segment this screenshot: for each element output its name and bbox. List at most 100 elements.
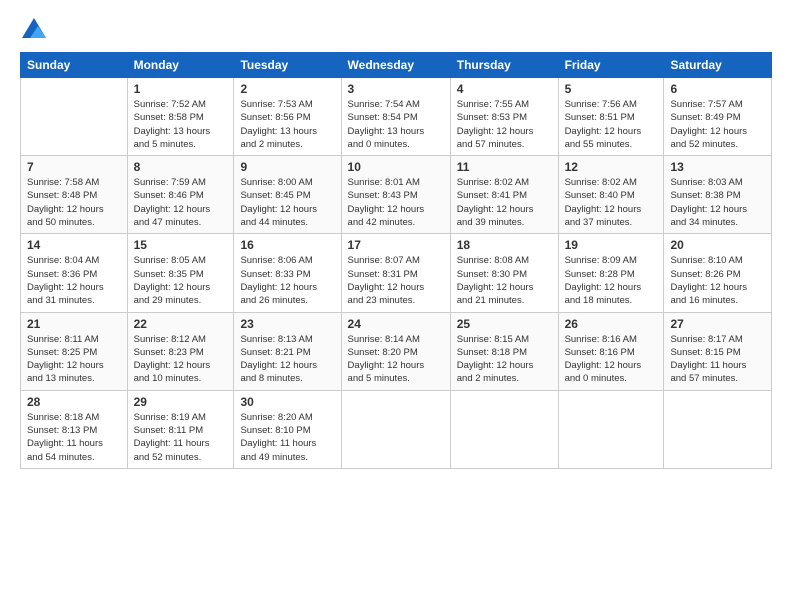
- day-number: 6: [670, 82, 765, 96]
- day-info: Sunrise: 7:54 AM Sunset: 8:54 PM Dayligh…: [348, 98, 444, 151]
- day-number: 25: [457, 317, 552, 331]
- day-info: Sunrise: 7:55 AM Sunset: 8:53 PM Dayligh…: [457, 98, 552, 151]
- day-number: 4: [457, 82, 552, 96]
- day-info: Sunrise: 8:18 AM Sunset: 8:13 PM Dayligh…: [27, 411, 121, 464]
- day-cell: 27 Sunrise: 8:17 AM Sunset: 8:15 PM Dayli…: [664, 312, 772, 390]
- weekday-monday: Monday: [127, 53, 234, 78]
- day-number: 2: [240, 82, 334, 96]
- day-number: 18: [457, 238, 552, 252]
- day-number: 21: [27, 317, 121, 331]
- day-cell: 20Sunrise: 8:10 AM Sunset: 8:26 PM Dayli…: [664, 234, 772, 312]
- day-cell: 8 Sunrise: 7:59 AM Sunset: 8:46 PM Daylig…: [127, 156, 234, 234]
- day-cell: 17 Sunrise: 8:07 AM Sunset: 8:31 PM Dayli…: [341, 234, 450, 312]
- day-info: Sunrise: 7:52 AM Sunset: 8:58 PM Dayligh…: [134, 98, 228, 151]
- day-cell: [558, 390, 664, 468]
- day-info: Sunrise: 8:00 AM Sunset: 8:45 PM Dayligh…: [240, 176, 334, 229]
- day-info: Sunrise: 8:13 AM Sunset: 8:21 PM Dayligh…: [240, 333, 334, 386]
- day-cell: 26 Sunrise: 8:16 AM Sunset: 8:16 PM Dayli…: [558, 312, 664, 390]
- day-cell: 16Sunrise: 8:06 AM Sunset: 8:33 PM Dayli…: [234, 234, 341, 312]
- week-row-3: 14Sunrise: 8:04 AM Sunset: 8:36 PM Dayli…: [21, 234, 772, 312]
- day-cell: 19 Sunrise: 8:09 AM Sunset: 8:28 PM Dayli…: [558, 234, 664, 312]
- day-number: 19: [565, 238, 658, 252]
- day-info: Sunrise: 7:57 AM Sunset: 8:49 PM Dayligh…: [670, 98, 765, 151]
- day-info: Sunrise: 8:16 AM Sunset: 8:16 PM Dayligh…: [565, 333, 658, 386]
- day-cell: 2 Sunrise: 7:53 AM Sunset: 8:56 PM Daylig…: [234, 78, 341, 156]
- day-cell: 21 Sunrise: 8:11 AM Sunset: 8:25 PM Dayli…: [21, 312, 128, 390]
- day-cell: 3Sunrise: 7:54 AM Sunset: 8:54 PM Daylig…: [341, 78, 450, 156]
- day-cell: 4 Sunrise: 7:55 AM Sunset: 8:53 PM Daylig…: [450, 78, 558, 156]
- day-info: Sunrise: 8:20 AM Sunset: 8:10 PM Dayligh…: [240, 411, 334, 464]
- weekday-wednesday: Wednesday: [341, 53, 450, 78]
- day-cell: 7Sunrise: 7:58 AM Sunset: 8:48 PM Daylig…: [21, 156, 128, 234]
- day-info: Sunrise: 8:19 AM Sunset: 8:11 PM Dayligh…: [134, 411, 228, 464]
- day-info: Sunrise: 8:15 AM Sunset: 8:18 PM Dayligh…: [457, 333, 552, 386]
- weekday-header-row: SundayMondayTuesdayWednesdayThursdayFrid…: [21, 53, 772, 78]
- day-info: Sunrise: 8:09 AM Sunset: 8:28 PM Dayligh…: [565, 254, 658, 307]
- day-number: 27: [670, 317, 765, 331]
- day-info: Sunrise: 8:08 AM Sunset: 8:30 PM Dayligh…: [457, 254, 552, 307]
- day-cell: 6 Sunrise: 7:57 AM Sunset: 8:49 PM Daylig…: [664, 78, 772, 156]
- day-info: Sunrise: 8:14 AM Sunset: 8:20 PM Dayligh…: [348, 333, 444, 386]
- day-cell: 11 Sunrise: 8:02 AM Sunset: 8:41 PM Dayli…: [450, 156, 558, 234]
- day-number: 5: [565, 82, 658, 96]
- day-cell: 18 Sunrise: 8:08 AM Sunset: 8:30 PM Dayli…: [450, 234, 558, 312]
- day-info: Sunrise: 8:17 AM Sunset: 8:15 PM Dayligh…: [670, 333, 765, 386]
- day-info: Sunrise: 8:01 AM Sunset: 8:43 PM Dayligh…: [348, 176, 444, 229]
- day-info: Sunrise: 8:02 AM Sunset: 8:40 PM Dayligh…: [565, 176, 658, 229]
- day-number: 15: [134, 238, 228, 252]
- day-number: 13: [670, 160, 765, 174]
- day-number: 12: [565, 160, 658, 174]
- day-info: Sunrise: 7:53 AM Sunset: 8:56 PM Dayligh…: [240, 98, 334, 151]
- day-number: 23: [240, 317, 334, 331]
- day-number: 1: [134, 82, 228, 96]
- day-cell: 23 Sunrise: 8:13 AM Sunset: 8:21 PM Dayli…: [234, 312, 341, 390]
- weekday-sunday: Sunday: [21, 53, 128, 78]
- calendar: SundayMondayTuesdayWednesdayThursdayFrid…: [20, 52, 772, 469]
- page: SundayMondayTuesdayWednesdayThursdayFrid…: [0, 0, 792, 612]
- day-info: Sunrise: 8:03 AM Sunset: 8:38 PM Dayligh…: [670, 176, 765, 229]
- day-number: 11: [457, 160, 552, 174]
- day-number: 16: [240, 238, 334, 252]
- day-number: 29: [134, 395, 228, 409]
- logo: [20, 16, 52, 44]
- day-number: 28: [27, 395, 121, 409]
- day-cell: 28 Sunrise: 8:18 AM Sunset: 8:13 PM Dayli…: [21, 390, 128, 468]
- weekday-friday: Friday: [558, 53, 664, 78]
- day-number: 7: [27, 160, 121, 174]
- week-row-1: 1 Sunrise: 7:52 AM Sunset: 8:58 PM Daylig…: [21, 78, 772, 156]
- day-number: 17: [348, 238, 444, 252]
- day-number: 22: [134, 317, 228, 331]
- day-cell: 15Sunrise: 8:05 AM Sunset: 8:35 PM Dayli…: [127, 234, 234, 312]
- day-cell: 29 Sunrise: 8:19 AM Sunset: 8:11 PM Dayli…: [127, 390, 234, 468]
- day-cell: 25 Sunrise: 8:15 AM Sunset: 8:18 PM Dayli…: [450, 312, 558, 390]
- weekday-tuesday: Tuesday: [234, 53, 341, 78]
- day-info: Sunrise: 8:11 AM Sunset: 8:25 PM Dayligh…: [27, 333, 121, 386]
- day-number: 8: [134, 160, 228, 174]
- day-cell: [450, 390, 558, 468]
- day-cell: 10 Sunrise: 8:01 AM Sunset: 8:43 PM Dayli…: [341, 156, 450, 234]
- day-info: Sunrise: 8:12 AM Sunset: 8:23 PM Dayligh…: [134, 333, 228, 386]
- week-row-4: 21 Sunrise: 8:11 AM Sunset: 8:25 PM Dayli…: [21, 312, 772, 390]
- day-cell: [664, 390, 772, 468]
- day-info: Sunrise: 8:04 AM Sunset: 8:36 PM Dayligh…: [27, 254, 121, 307]
- day-cell: 12 Sunrise: 8:02 AM Sunset: 8:40 PM Dayli…: [558, 156, 664, 234]
- weekday-thursday: Thursday: [450, 53, 558, 78]
- day-cell: [21, 78, 128, 156]
- day-number: 26: [565, 317, 658, 331]
- logo-icon: [20, 16, 48, 44]
- day-number: 10: [348, 160, 444, 174]
- day-number: 9: [240, 160, 334, 174]
- day-cell: 14Sunrise: 8:04 AM Sunset: 8:36 PM Dayli…: [21, 234, 128, 312]
- week-row-5: 28 Sunrise: 8:18 AM Sunset: 8:13 PM Dayli…: [21, 390, 772, 468]
- day-info: Sunrise: 8:07 AM Sunset: 8:31 PM Dayligh…: [348, 254, 444, 307]
- day-cell: 5 Sunrise: 7:56 AM Sunset: 8:51 PM Daylig…: [558, 78, 664, 156]
- day-info: Sunrise: 7:56 AM Sunset: 8:51 PM Dayligh…: [565, 98, 658, 151]
- day-info: Sunrise: 7:59 AM Sunset: 8:46 PM Dayligh…: [134, 176, 228, 229]
- day-cell: 24Sunrise: 8:14 AM Sunset: 8:20 PM Dayli…: [341, 312, 450, 390]
- day-info: Sunrise: 8:02 AM Sunset: 8:41 PM Dayligh…: [457, 176, 552, 229]
- day-info: Sunrise: 8:10 AM Sunset: 8:26 PM Dayligh…: [670, 254, 765, 307]
- weekday-saturday: Saturday: [664, 53, 772, 78]
- day-cell: 30Sunrise: 8:20 AM Sunset: 8:10 PM Dayli…: [234, 390, 341, 468]
- day-cell: 9 Sunrise: 8:00 AM Sunset: 8:45 PM Daylig…: [234, 156, 341, 234]
- day-cell: 13 Sunrise: 8:03 AM Sunset: 8:38 PM Dayli…: [664, 156, 772, 234]
